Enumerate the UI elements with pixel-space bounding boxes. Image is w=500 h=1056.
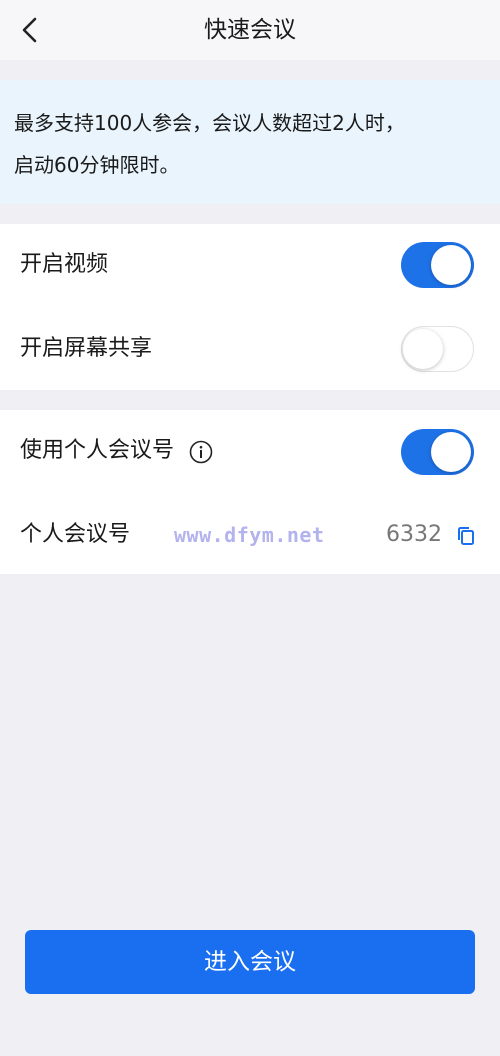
- screen-share-toggle[interactable]: [401, 326, 474, 372]
- toggle-knob: [431, 245, 471, 285]
- screen-share-label: 开启屏幕共享: [20, 336, 153, 361]
- copy-icon[interactable]: [456, 525, 476, 547]
- meeting-id-value: 6332: [386, 522, 442, 547]
- video-setting-label: 开启视频: [20, 252, 109, 277]
- meeting-id-row: 个人会议号 www.dfym.net 6332: [0, 494, 500, 576]
- media-settings-card: 开启视频 开启屏幕共享: [0, 224, 500, 390]
- notice-line-1: 最多支持100人参会，会议人数超过2人时，: [14, 111, 405, 135]
- meeting-id-label: 个人会议号: [20, 522, 131, 547]
- personal-meeting-card: 使用个人会议号 个人会议号 www.dfym.net 6332: [0, 410, 500, 574]
- personal-id-toggle[interactable]: [401, 429, 474, 475]
- notice-line-2: 启动60分钟限时。: [14, 153, 180, 177]
- screen-share-setting-row: 开启屏幕共享: [0, 308, 500, 390]
- info-icon[interactable]: [189, 440, 213, 464]
- page-title: 快速会议: [204, 17, 296, 43]
- personal-id-setting-row: 使用个人会议号: [0, 410, 500, 492]
- video-toggle[interactable]: [401, 242, 474, 288]
- toggle-knob: [403, 328, 443, 369]
- video-setting-row: 开启视频: [0, 224, 500, 306]
- watermark: www.dfym.net: [174, 523, 325, 547]
- toggle-knob: [431, 432, 471, 472]
- personal-id-toggle-label: 使用个人会议号: [20, 438, 175, 463]
- quick-meeting-screen: 快速会议 最多支持100人参会，会议人数超过2人时， 启动60分钟限时。 开启视…: [0, 0, 500, 1056]
- enter-meeting-button[interactable]: 进入会议: [25, 930, 475, 994]
- limit-notice: 最多支持100人参会，会议人数超过2人时， 启动60分钟限时。: [0, 80, 500, 204]
- top-bar: 快速会议: [0, 0, 500, 60]
